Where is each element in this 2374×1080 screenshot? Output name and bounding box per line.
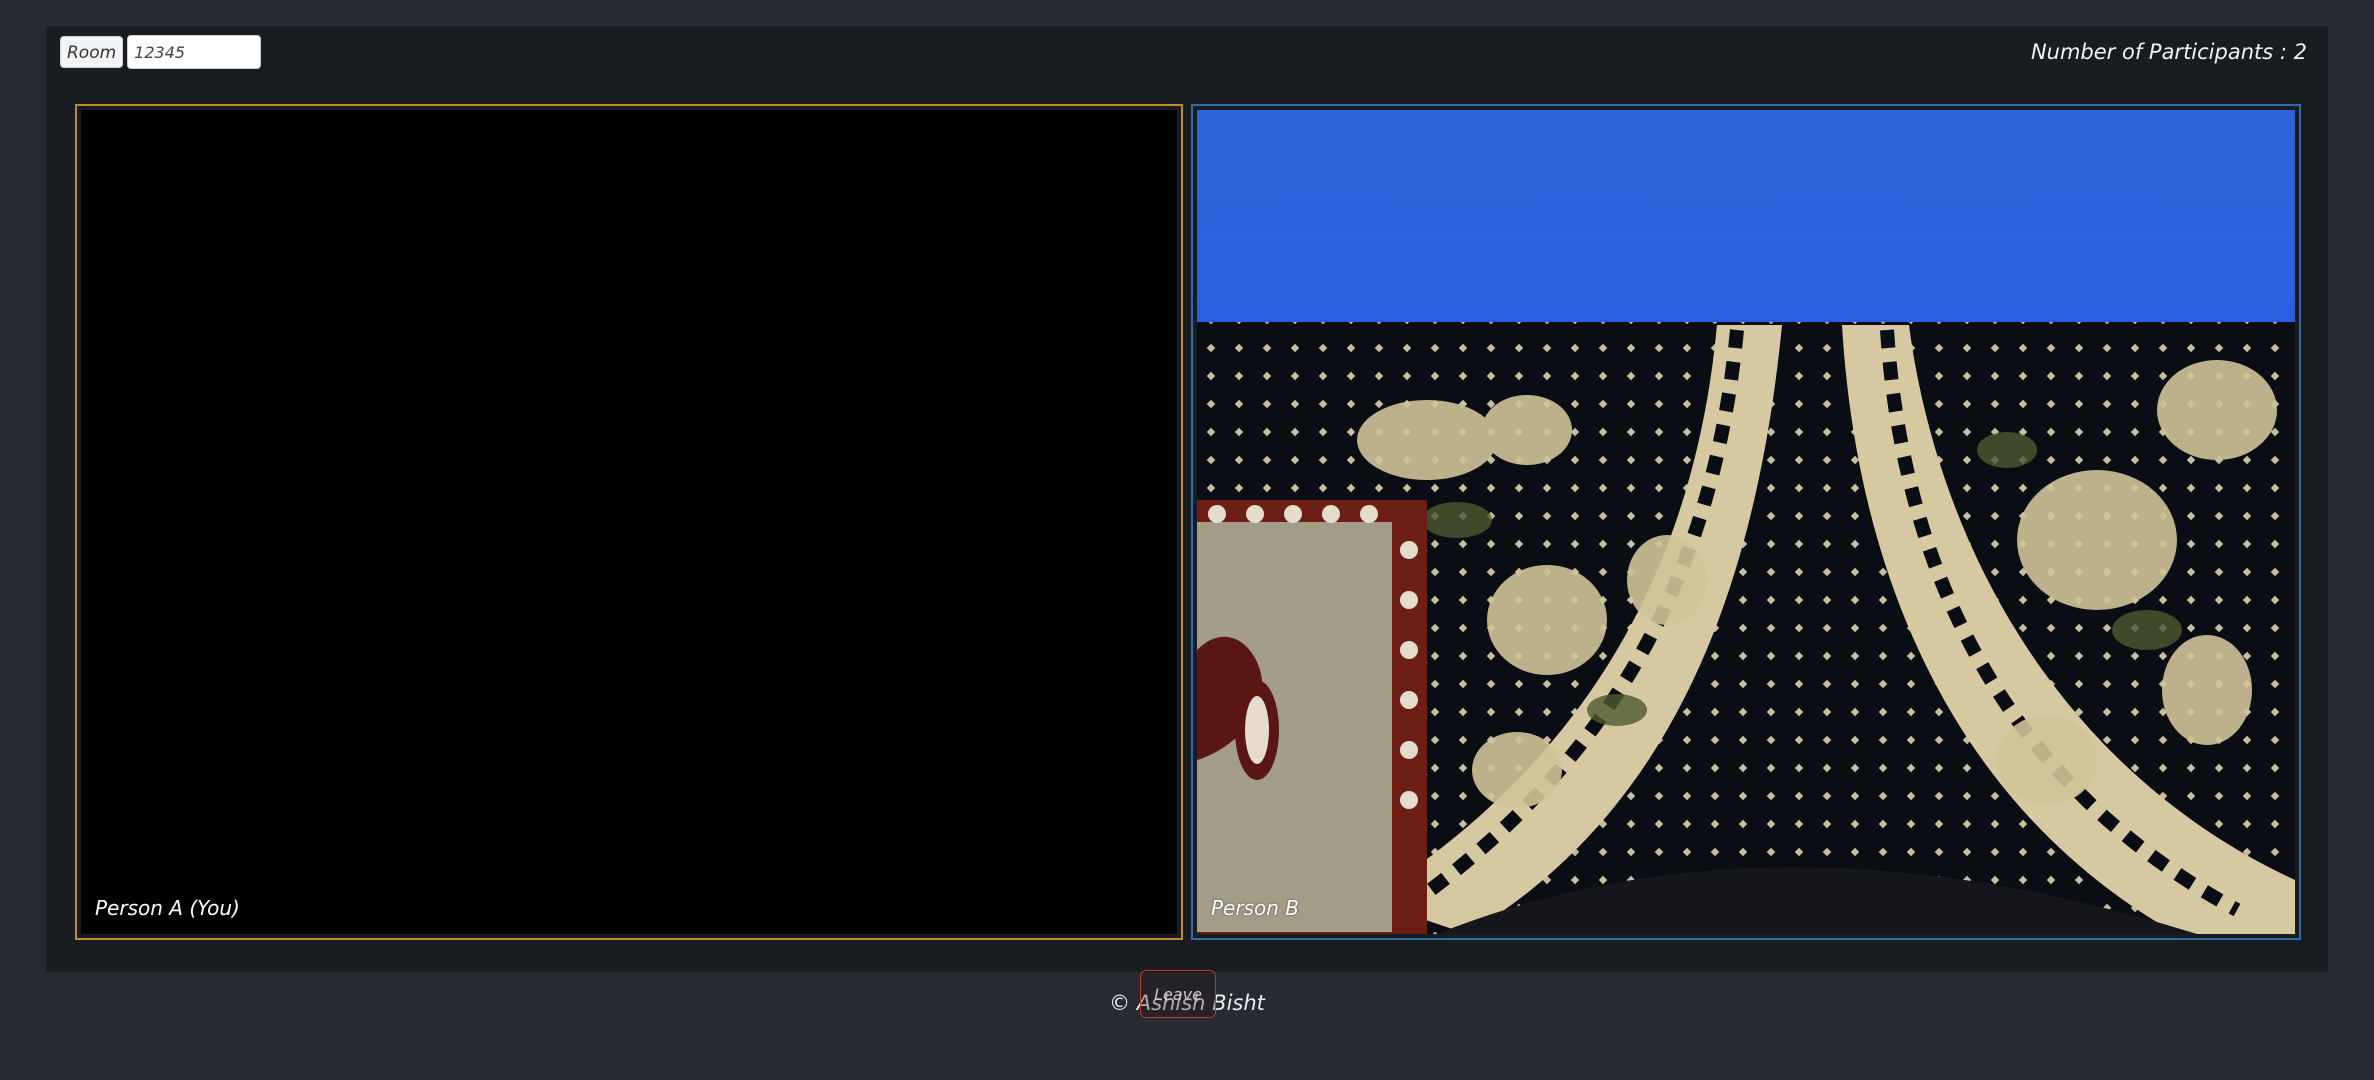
room-id-input[interactable]	[127, 35, 262, 69]
remote-video-feed	[1197, 110, 2295, 934]
local-video-feed	[81, 110, 1177, 934]
video-tile-person-b: Person B	[1191, 104, 2301, 940]
cushion	[1197, 500, 1427, 934]
remote-video-image	[1197, 110, 2295, 934]
room-controls: Room	[60, 35, 262, 69]
room-label: Room	[60, 36, 124, 68]
participant-count: Number of Participants : 2	[2030, 40, 2307, 64]
participant-name-label: Person A (You)	[95, 896, 240, 920]
participant-name-label: Person B	[1211, 896, 1299, 920]
call-panel: Room Number of Participants : 2 Person A…	[46, 26, 2328, 972]
video-call-app: Room Number of Participants : 2 Person A…	[0, 0, 2374, 1080]
leave-button[interactable]: Leave	[1140, 970, 1216, 1018]
video-tile-person-a: Person A (You)	[75, 104, 1183, 940]
